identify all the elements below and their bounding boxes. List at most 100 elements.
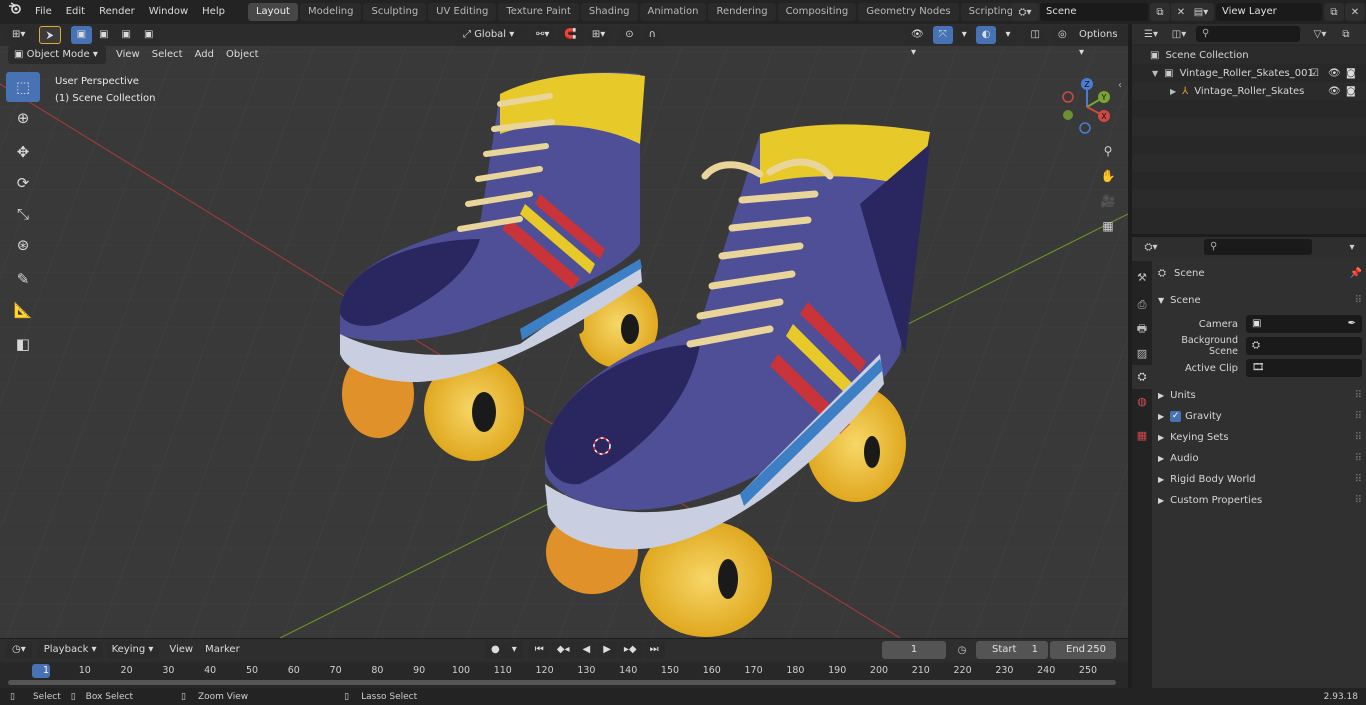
current-frame-field[interactable]: 1 (882, 641, 946, 659)
pin-icon[interactable]: 📌 (1350, 263, 1362, 284)
new-scene-icon[interactable]: ⧉ (1150, 3, 1170, 21)
eyedropper-icon[interactable]: ✒ (1348, 315, 1356, 333)
expand-arrow-icon[interactable]: ▶ (1170, 87, 1176, 96)
outliner-filter-icon[interactable]: ▽▾ (1306, 25, 1334, 43)
end-frame-field[interactable]: End 250 (1050, 641, 1116, 659)
custom-properties-panel-header[interactable]: ▶ Custom Properties ⠿ (1158, 490, 1362, 511)
tool-tab-icon[interactable]: ⚒ (1132, 265, 1152, 289)
scene-name-field[interactable]: Scene (1040, 3, 1148, 21)
drag-handle-icon[interactable]: ⠿ (1355, 490, 1362, 511)
viewport-menu-view[interactable]: View (110, 46, 146, 64)
view-layer-tab-icon[interactable]: ▨ (1132, 341, 1152, 365)
mode-extend-icon[interactable]: ▣ (93, 26, 115, 44)
exclude-checkbox-icon[interactable]: ☑ (1310, 68, 1319, 79)
render-camera-icon[interactable]: ◙ (1346, 86, 1356, 97)
sidebar-toggle-icon[interactable]: ‹ (1118, 80, 1122, 91)
drag-handle-icon[interactable]: ⠿ (1355, 469, 1362, 490)
mode-subtract-icon[interactable]: ▣ (115, 26, 137, 44)
render-tab-icon[interactable]: ⎙ (1132, 293, 1152, 317)
camera-view-icon[interactable]: 🎥 (1097, 190, 1119, 212)
drag-handle-icon[interactable]: ⠿ (1355, 448, 1362, 469)
drag-handle-icon[interactable]: ⠿ (1355, 406, 1362, 427)
properties-options-icon[interactable]: ▾ (1342, 238, 1362, 256)
units-panel-header[interactable]: ▶ Units ⠿ (1158, 385, 1362, 406)
scene-tab-icon[interactable]: ⛭ (1132, 365, 1152, 389)
transform-tool-icon[interactable]: ⊛ (6, 230, 40, 260)
outliner-display-mode-icon[interactable]: ◫▾ (1166, 25, 1192, 43)
blender-logo-icon[interactable] (0, 0, 28, 24)
tab-rendering[interactable]: Rendering (708, 3, 776, 21)
playback-menu[interactable]: Playback ▾ (37, 641, 103, 659)
rigid-body-world-panel-header[interactable]: ▶ Rigid Body World ⠿ (1158, 469, 1362, 490)
timeline-scrollbar[interactable] (8, 680, 1116, 685)
scene-icon[interactable]: ⛭▾ (1012, 3, 1038, 21)
outliner-row-scene-collection[interactable]: ▣ Scene Collection (1132, 46, 1366, 64)
gizmo-dropdown-icon[interactable]: ▾ (955, 26, 973, 44)
menu-edit[interactable]: Edit (59, 0, 92, 24)
expand-arrow-icon[interactable]: ▼ (1152, 69, 1158, 78)
transform-orientation-dropdown[interactable]: ⤢ Global ▾ (457, 26, 527, 44)
auto-key-dropdown-icon[interactable]: ▾ (505, 641, 523, 659)
render-camera-icon[interactable]: ◙ (1346, 68, 1356, 79)
overlay-dropdown-icon[interactable]: ▾ (999, 26, 1017, 44)
start-frame-field[interactable]: Start 1 (976, 641, 1048, 659)
camera-field[interactable]: ▣ ✒ (1246, 315, 1362, 333)
outliner-editor-type-icon[interactable]: ☰▾ (1138, 25, 1164, 43)
object-mode-dropdown[interactable]: ▣ Object Mode ▾ (8, 46, 106, 64)
add-cube-tool-icon[interactable]: ◧ (6, 329, 40, 359)
gravity-panel-header[interactable]: ▶ ✓ Gravity ⠿ (1158, 406, 1362, 427)
viewport-menu-object[interactable]: Object (220, 46, 265, 64)
select-mode-icon[interactable]: ⮞ (39, 26, 61, 44)
output-tab-icon[interactable]: 🖶 (1132, 317, 1152, 341)
visibility-icon[interactable]: 👁▾ (905, 26, 930, 58)
view-layer-icon[interactable]: ▤▾ (1188, 3, 1214, 21)
visibility-eye-icon[interactable]: 👁 (1328, 68, 1341, 79)
options-dropdown[interactable]: Options ▾ (1070, 26, 1128, 58)
audio-panel-header[interactable]: ▶ Audio ⠿ (1158, 448, 1362, 469)
mode-new-icon[interactable]: ▣ (70, 26, 93, 44)
keying-sets-panel-header[interactable]: ▶ Keying Sets ⠿ (1158, 427, 1362, 448)
3d-viewport[interactable]: ⊞▾ ⮞ ▣ ▣ ▣ ▣ ▣ Object Mode ▾ View Select… (0, 24, 1128, 638)
falloff-icon[interactable]: ∩ (642, 26, 662, 44)
tab-uv-editing[interactable]: UV Editing (428, 3, 497, 21)
active-clip-field[interactable]: 🎞 (1246, 359, 1362, 377)
snap-target-icon[interactable]: ⊞▾ (585, 26, 612, 44)
properties-search-input[interactable]: ⚲ (1204, 239, 1312, 255)
drag-handle-icon[interactable]: ⠿ (1355, 427, 1362, 448)
texture-tab-icon[interactable]: ▦ (1132, 423, 1152, 447)
rotate-tool-icon[interactable]: ⟳ (6, 168, 40, 198)
play-reverse-icon[interactable]: ◀ (576, 641, 597, 659)
prev-keyframe-icon[interactable]: ◆◂ (550, 641, 576, 659)
menu-render[interactable]: Render (92, 0, 142, 24)
editor-type-icon[interactable]: ⊞▾ (6, 26, 32, 44)
preview-range-clock-icon[interactable]: ◷ (952, 641, 972, 659)
outliner-search-input[interactable]: ⚲ (1196, 26, 1300, 42)
properties-editor-type-icon[interactable]: ⛭▾ (1138, 238, 1164, 256)
drag-handle-icon[interactable]: ⠿ (1355, 385, 1362, 406)
measure-tool-icon[interactable]: 📐 (6, 295, 40, 325)
pan-hand-icon[interactable]: ✋ (1097, 165, 1119, 187)
zoom-icon[interactable]: ⚲ (1097, 140, 1119, 162)
move-tool-icon[interactable]: ✥ (6, 137, 40, 167)
view-layer-field[interactable]: View Layer (1216, 3, 1322, 21)
menu-window[interactable]: Window (142, 0, 195, 24)
overlay-toggle-icon[interactable]: ◐ (975, 26, 997, 44)
menu-file[interactable]: File (28, 0, 59, 24)
outliner-new-collection-icon[interactable]: ⧉ (1336, 25, 1356, 43)
cursor-tool-icon[interactable]: ⊕ (6, 103, 40, 133)
jump-start-icon[interactable]: ⏮ (528, 641, 550, 659)
timeline-ruler[interactable]: 1 10 20 30 40 50 60 70 80 90 100 110 120 130 140 150 160… (0, 663, 1128, 688)
snap-icon[interactable]: 🧲 (558, 26, 583, 44)
proportional-edit-icon[interactable]: ⊙ (619, 26, 640, 44)
viewport-scene[interactable] (0, 24, 1128, 638)
tab-layout[interactable]: Layout (247, 3, 298, 21)
scale-tool-icon[interactable]: ⤡ (6, 199, 40, 229)
gizmo-toggle-icon[interactable]: ⤧ (932, 26, 953, 44)
select-box-tool-icon[interactable]: ⬚ (6, 72, 40, 102)
perspective-grid-icon[interactable]: ▦ (1097, 215, 1119, 237)
pivot-point-icon[interactable]: ⚯▾ (530, 26, 556, 44)
timeline-menu-view[interactable]: View (163, 641, 199, 659)
gravity-checkbox[interactable]: ✓ (1170, 411, 1182, 422)
background-scene-field[interactable]: ⛭ (1246, 337, 1362, 355)
outliner-row-collection[interactable]: ▼ ▣ Vintage_Roller_Skates_001 ☑ 👁 ◙ (1132, 64, 1366, 82)
